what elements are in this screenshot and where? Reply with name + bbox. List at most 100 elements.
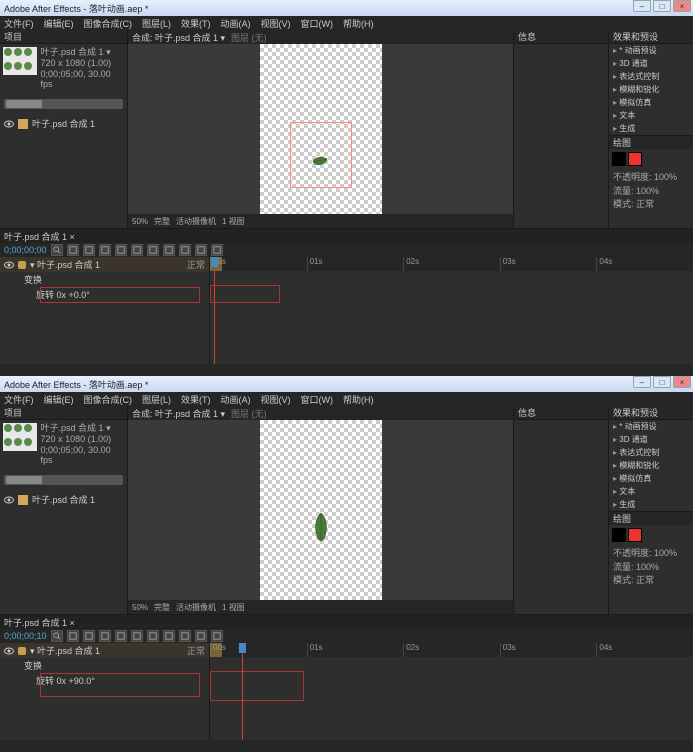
menu-item[interactable]: 图像合成(C) [84,17,133,30]
current-timecode[interactable]: 0;00;00;00 [4,245,47,255]
brush-tool-icon[interactable] [179,244,191,256]
paint-prop[interactable]: 流量: 100% [613,561,689,575]
info-tab[interactable]: 信息 [514,30,608,44]
paint-prop[interactable]: 不透明度: 100% [613,547,689,561]
effect-group[interactable]: 生成 [609,122,693,135]
eraser-tool-icon[interactable] [211,244,223,256]
visibility-icon[interactable] [4,646,14,656]
menu-item[interactable]: 帮助(H) [343,17,374,30]
viewport[interactable] [128,44,513,214]
project-search[interactable] [4,99,123,109]
paint-tab[interactable]: 绘图 [609,135,693,149]
brush-tool-icon[interactable] [179,630,191,642]
search-tool-icon[interactable] [51,630,63,642]
viewport[interactable] [128,420,513,600]
effect-group[interactable]: 模糊和锐化 [609,459,693,472]
effects-tab[interactable]: 效果和预设 [609,406,693,420]
maximize-button[interactable]: □ [653,376,671,388]
effect-group[interactable]: 文本 [609,109,693,122]
viewer-tab[interactable]: 合成: 叶子.psd 合成 1 ▾ [132,31,225,44]
leaf-layer[interactable] [312,512,330,542]
menu-item[interactable]: 帮助(H) [343,393,374,406]
menu-item[interactable]: 效果(T) [181,393,211,406]
blend-mode[interactable]: 正常 [187,258,205,271]
search-tool-icon[interactable] [51,244,63,256]
menu-item[interactable]: 编辑(E) [44,393,74,406]
maximize-button[interactable]: □ [653,0,671,12]
effect-group[interactable]: 3D 通道 [609,57,693,70]
menu-item[interactable]: 图像合成(C) [84,393,133,406]
viewer-tab[interactable]: 合成: 叶子.psd 合成 1 ▾ [132,407,225,420]
rotate-tool-icon[interactable] [99,244,111,256]
viewer-footer-item[interactable]: 1 视图 [222,216,245,227]
minimize-button[interactable]: – [633,0,651,12]
foreground-swatch[interactable] [612,528,626,542]
pen-tool-icon[interactable] [147,244,159,256]
visibility-icon[interactable] [4,260,14,270]
effect-group[interactable]: 模拟仿真 [609,96,693,109]
paint-prop[interactable]: 模式: 正常 [613,574,689,588]
titlebar[interactable]: Adobe After Effects - 落叶动画.aep *–□× [0,376,693,392]
comp-thumbnail[interactable] [3,47,37,75]
effect-group[interactable]: 模拟仿真 [609,472,693,485]
viewer-footer-item[interactable]: 活动摄像机 [176,216,216,227]
viewer-tab-secondary[interactable]: 图层 (无) [231,31,267,44]
effect-group[interactable]: 表达式控制 [609,446,693,459]
viewer-tab-secondary[interactable]: 图层 (无) [231,407,267,420]
canvas[interactable] [260,44,382,214]
background-swatch[interactable] [628,528,642,542]
mask-tool-icon[interactable] [131,244,143,256]
pan-tool-icon[interactable] [115,244,127,256]
timeline-layer[interactable]: 变换 [0,658,209,673]
zoom-tool-icon[interactable] [67,630,79,642]
project-item[interactable]: 叶子.psd 合成 1 [0,115,127,132]
menu-item[interactable]: 编辑(E) [44,17,74,30]
project-search[interactable] [4,475,123,485]
menu-item[interactable]: 视图(V) [261,17,291,30]
project-item[interactable]: 叶子.psd 合成 1 [0,491,127,508]
text-tool-icon[interactable] [163,244,175,256]
paint-tab[interactable]: 绘图 [609,511,693,525]
time-ruler[interactable]: 00s01s02s03s04s [210,643,693,657]
timeline-track-area[interactable]: 00s01s02s03s04s [210,643,693,740]
viewer-footer-item[interactable]: 50% [132,603,148,612]
minimize-button[interactable]: – [633,376,651,388]
timeline-layer[interactable]: ▾ 叶子.psd 合成 1正常 [0,257,209,272]
menu-item[interactable]: 视图(V) [261,393,291,406]
stamp-tool-icon[interactable] [195,244,207,256]
menu-item[interactable]: 图层(L) [142,393,171,406]
rotate-tool-icon[interactable] [99,630,111,642]
foreground-swatch[interactable] [612,152,626,166]
current-timecode[interactable]: 0;00;00;10 [4,631,47,641]
viewer-footer-item[interactable]: 50% [132,217,148,226]
effect-group[interactable]: * 动画预设 [609,44,693,57]
pan-tool-icon[interactable] [115,630,127,642]
timeline-layer[interactable]: 变换 [0,272,209,287]
project-tab[interactable]: 项目 [0,30,127,44]
menu-item[interactable]: 图层(L) [142,17,171,30]
playhead[interactable] [242,643,243,740]
menu-item[interactable]: 窗口(W) [301,393,334,406]
time-ruler[interactable]: 00s01s02s03s04s [210,257,693,271]
selection-bounds[interactable] [290,122,352,188]
project-tab[interactable]: 项目 [0,406,127,420]
canvas[interactable] [260,420,382,600]
menu-item[interactable]: 动画(A) [221,17,251,30]
viewer-footer-item[interactable]: 完整 [154,216,170,227]
timeline-tab[interactable]: 叶子.psd 合成 1 × [0,615,693,629]
viewer-footer-item[interactable]: 1 视图 [222,602,245,613]
work-area-bar[interactable] [210,643,222,657]
effect-group[interactable]: * 动画预设 [609,420,693,433]
effects-tab[interactable]: 效果和预设 [609,30,693,44]
hand-tool-icon[interactable] [83,630,95,642]
info-tab[interactable]: 信息 [514,406,608,420]
viewer-footer-item[interactable]: 活动摄像机 [176,602,216,613]
effect-group[interactable]: 表达式控制 [609,70,693,83]
stamp-tool-icon[interactable] [195,630,207,642]
titlebar[interactable]: Adobe After Effects - 落叶动画.aep *–□× [0,0,693,16]
paint-prop[interactable]: 模式: 正常 [613,198,689,212]
timeline-tab[interactable]: 叶子.psd 合成 1 × [0,229,693,243]
blend-mode[interactable]: 正常 [187,644,205,657]
effect-group[interactable]: 生成 [609,498,693,511]
effect-group[interactable]: 模糊和锐化 [609,83,693,96]
